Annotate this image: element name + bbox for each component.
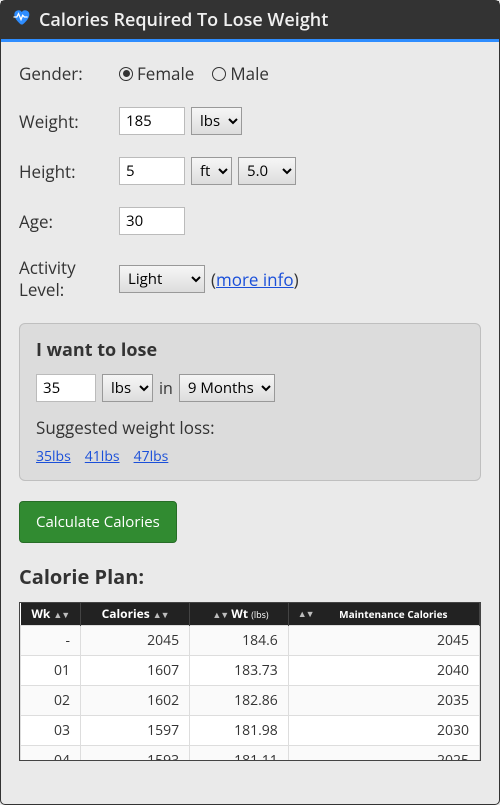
cell-wk: 01	[21, 655, 81, 685]
height-in-select[interactable]: 5.0	[238, 157, 296, 185]
cell-wk: -	[21, 625, 81, 655]
height-ft-unit-select[interactable]: ft	[191, 157, 232, 185]
cell-wt: 183.73	[190, 655, 289, 685]
lose-amount-input[interactable]	[36, 374, 96, 402]
weight-unit-select[interactable]: lbs	[191, 107, 242, 135]
cell-wt: 182.86	[190, 685, 289, 715]
height-ft-input[interactable]	[119, 157, 185, 185]
cell-maint: 2025	[288, 745, 479, 760]
gender-male-radio[interactable]: Male	[212, 62, 269, 85]
calculate-button[interactable]: Calculate Calories	[19, 501, 177, 543]
table-scroll[interactable]: Wk▲▼ Calories▲▼ ▲▼ Wt (lbs) ▲▼Maintenanc…	[20, 603, 480, 760]
plan-title: Calorie Plan:	[19, 563, 481, 590]
lose-unit-select[interactable]: lbs	[102, 374, 153, 402]
height-row: Height: ft 5.0	[19, 157, 481, 185]
suggested-label: Suggested weight loss:	[36, 416, 464, 439]
lose-row: lbs in 9 Months	[36, 374, 464, 402]
cell-cal: 1597	[81, 715, 190, 745]
cell-cal: 1607	[81, 655, 190, 685]
cell-maint: 2040	[288, 655, 479, 685]
suggestion-link[interactable]: 47lbs	[134, 447, 169, 466]
weight-row: Weight: lbs	[19, 107, 481, 135]
sort-icon: ▲▼	[295, 609, 314, 618]
cell-wk: 02	[21, 685, 81, 715]
gender-radio-group: Female Male	[119, 62, 269, 85]
suggested-links: 35lbs 41lbs 47lbs	[36, 447, 464, 466]
cell-cal: 1593	[81, 745, 190, 760]
activity-label: Activity Level:	[19, 257, 119, 301]
cell-wt: 184.6	[190, 625, 289, 655]
sort-icon: ▲▼	[50, 608, 69, 621]
cell-maint: 2030	[288, 715, 479, 745]
in-word: in	[159, 377, 173, 399]
gender-female-radio[interactable]: Female	[119, 62, 194, 85]
cell-wk: 03	[21, 715, 81, 745]
weight-label: Weight:	[19, 110, 119, 133]
table-row: -2045184.62045	[21, 625, 480, 655]
more-info-wrap: (more info)	[211, 268, 299, 291]
col-wt[interactable]: ▲▼ Wt (lbs)	[190, 603, 289, 625]
lose-duration-select[interactable]: 9 Months	[179, 374, 275, 402]
sort-icon: ▲▼	[150, 608, 169, 621]
suggestion-link[interactable]: 41lbs	[85, 447, 120, 466]
sort-icon: ▲▼	[209, 608, 228, 621]
heart-rate-icon	[11, 7, 31, 33]
table-row: 031597181.982030	[21, 715, 480, 745]
cell-wt: 181.98	[190, 715, 289, 745]
weight-input[interactable]	[119, 107, 185, 135]
radio-icon	[212, 67, 226, 81]
cell-wk: 04	[21, 745, 81, 760]
gender-male-label: Male	[230, 62, 269, 85]
gender-female-label: Female	[137, 62, 194, 85]
cell-cal: 2045	[81, 625, 190, 655]
col-maint[interactable]: ▲▼Maintenance Calories	[288, 603, 479, 625]
more-info-link[interactable]: more info	[216, 268, 294, 291]
table-row: 021602182.862035	[21, 685, 480, 715]
suggestion-link[interactable]: 35lbs	[36, 447, 71, 466]
gender-row: Gender: Female Male	[19, 62, 481, 85]
radio-icon	[119, 67, 133, 81]
cell-wt: 181.11	[190, 745, 289, 760]
cell-maint: 2045	[288, 625, 479, 655]
activity-select[interactable]: Light	[119, 265, 205, 293]
table-row: 041593181.112025	[21, 745, 480, 760]
gender-label: Gender:	[19, 62, 119, 85]
app-title: Calories Required To Lose Weight	[39, 8, 328, 32]
age-row: Age:	[19, 207, 481, 235]
lose-title: I want to lose	[36, 338, 464, 362]
activity-row: Activity Level: Light (more info)	[19, 257, 481, 301]
age-label: Age:	[19, 210, 119, 233]
lose-box: I want to lose lbs in 9 Months Suggested…	[19, 323, 481, 481]
height-label: Height:	[19, 160, 119, 183]
calorie-plan-table: Wk▲▼ Calories▲▼ ▲▼ Wt (lbs) ▲▼Maintenanc…	[19, 602, 481, 761]
cell-maint: 2035	[288, 685, 479, 715]
table-row: 011607183.732040	[21, 655, 480, 685]
form-content: Gender: Female Male Weight: lbs Height: …	[1, 42, 499, 781]
app-header: Calories Required To Lose Weight	[1, 1, 499, 42]
col-calories[interactable]: Calories▲▼	[81, 603, 190, 625]
age-input[interactable]	[119, 207, 185, 235]
col-wk[interactable]: Wk▲▼	[21, 603, 81, 625]
cell-cal: 1602	[81, 685, 190, 715]
